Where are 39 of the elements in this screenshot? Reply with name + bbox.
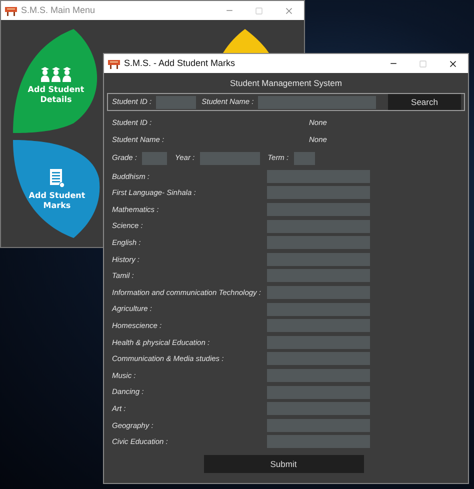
maximize-icon	[255, 6, 263, 14]
submit-button[interactable]: Submit	[204, 455, 364, 474]
term-field[interactable]	[294, 152, 315, 164]
window-title: S.M.S. Main Menu	[21, 4, 96, 17]
mark-field[interactable]	[267, 319, 370, 332]
mark-field[interactable]	[267, 286, 370, 299]
mark-field[interactable]	[267, 186, 370, 200]
mark-field[interactable]	[267, 170, 370, 183]
tile-label: Add Student Details	[26, 84, 86, 104]
signboard-icon	[5, 6, 17, 16]
mark-field[interactable]	[267, 202, 370, 216]
mark-field[interactable]	[267, 402, 370, 416]
mark-field[interactable]	[267, 220, 370, 233]
year-field[interactable]	[200, 152, 260, 164]
tile-label: Add Student Marks	[28, 190, 86, 210]
search-button[interactable]: Search	[388, 94, 461, 110]
signboard-icon	[108, 58, 120, 68]
mark-field[interactable]	[267, 302, 370, 316]
mark-field[interactable]	[267, 386, 370, 399]
menu-tile[interactable]: Add Student Marks	[13, 140, 101, 238]
window-title: S.M.S. - Add Student Marks	[124, 56, 236, 70]
mark-field[interactable]	[267, 352, 370, 366]
maximize-icon	[419, 60, 427, 68]
close-icon	[284, 6, 294, 16]
mark-field[interactable]	[267, 252, 370, 266]
document-icon	[49, 168, 65, 188]
mark-field[interactable]	[267, 368, 370, 382]
student-name-field[interactable]	[258, 96, 376, 108]
mark-field[interactable]	[267, 435, 370, 448]
mark-field[interactable]	[267, 236, 370, 250]
student-id-field[interactable]	[156, 96, 196, 108]
mark-field[interactable]	[267, 418, 370, 432]
grade-field[interactable]	[142, 152, 168, 164]
close-icon	[448, 58, 458, 68]
leaf-shape	[223, 29, 269, 53]
mark-field[interactable]	[267, 336, 370, 349]
graduates-icon	[41, 66, 71, 82]
system-heading: Student Management System	[229, 77, 343, 90]
mark-field[interactable]	[267, 269, 370, 282]
